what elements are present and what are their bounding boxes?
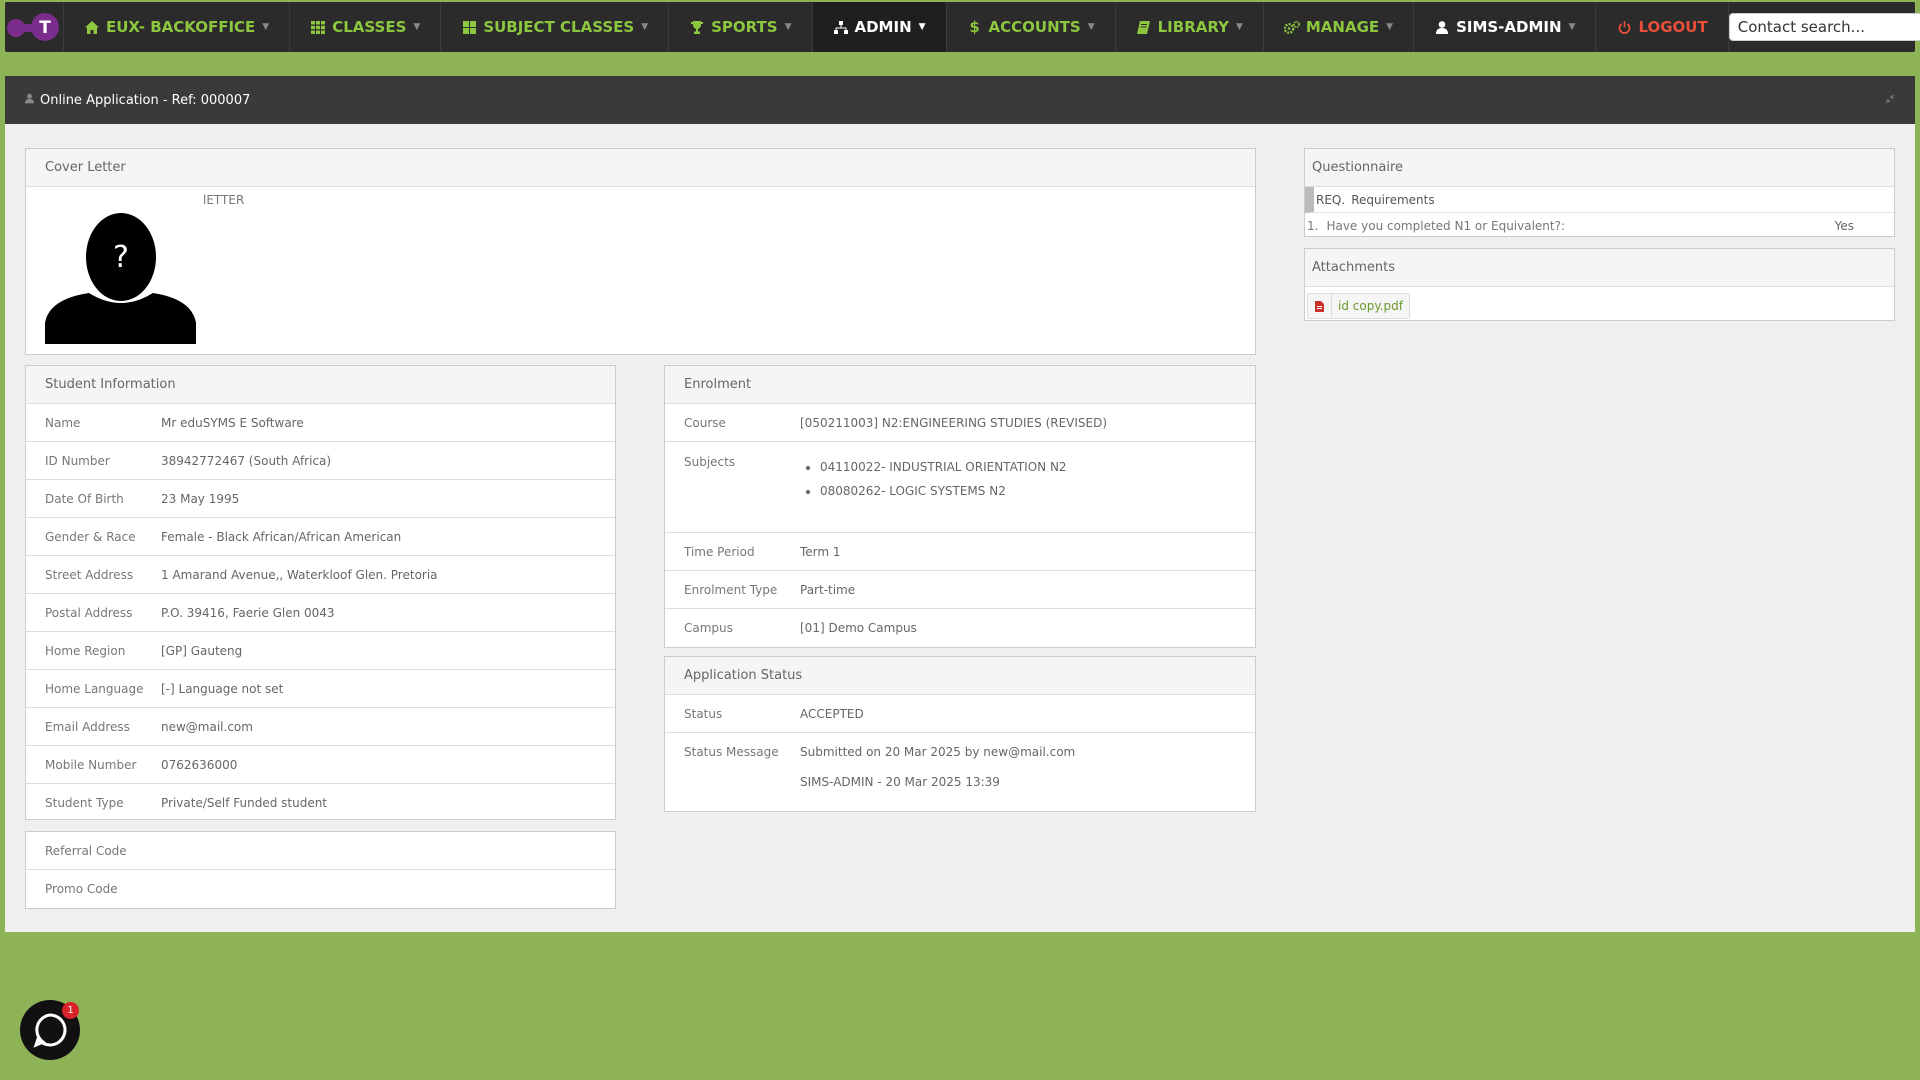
student-information-panel: Student Information Name Mr eduSYMS E Sof… (25, 365, 616, 820)
codes-panel: Referral Code Promo Code (25, 831, 616, 909)
info-row-email-address: Email Address new@mail.com (26, 708, 615, 746)
attachment-file-link[interactable]: id copy.pdf (1307, 293, 1410, 319)
nav-label: SPORTS (711, 18, 778, 36)
referral-code-row: Referral Code (26, 832, 615, 870)
logout-button[interactable]: LOGOUT (1595, 2, 1727, 52)
dollar-icon: $ (969, 18, 980, 36)
nav-label: SUBJECT CLASSES (483, 18, 635, 36)
application-status-panel: Application Status Status ACCEPTED Status… (664, 656, 1256, 812)
info-row-name: Name Mr eduSYMS E Software (26, 404, 615, 442)
cover-letter-heading: Cover Letter (26, 149, 1255, 187)
questionnaire-panel: Questionnaire REQ. Requirements 1. Have … (1304, 148, 1895, 237)
nav-label: LIBRARY (1157, 18, 1229, 36)
nav-label: EUX- BACKOFFICE (106, 18, 256, 36)
contact-search-input[interactable] (1728, 13, 1920, 41)
top-navbar: T EUX- BACKOFFICE ▼ CLASSES ▼ SUBJECT CL… (5, 2, 1920, 52)
questionnaire-section: REQ. Requirements (1305, 187, 1894, 213)
th-large-icon (461, 20, 477, 34)
caret-down-icon: ▼ (641, 22, 649, 32)
user-icon (25, 93, 34, 108)
cover-letter-text: lETTER (203, 193, 245, 207)
nav-label: MANAGE (1305, 18, 1380, 36)
status-message-line: SIMS-ADMIN - 20 Mar 2025 13:39 (800, 775, 1000, 789)
caret-down-icon: ▼ (1235, 22, 1243, 32)
nav-label: SIMS-ADMIN (1456, 18, 1562, 36)
info-row-date-of-birth: Date Of Birth 23 May 1995 (26, 480, 615, 518)
svg-text:?: ? (113, 240, 129, 275)
nav-admin[interactable]: ADMIN ▼ (811, 2, 946, 52)
caret-down-icon: ▼ (918, 22, 926, 32)
chat-bubble-icon (33, 1013, 67, 1048)
questionnaire-heading: Questionnaire (1305, 149, 1894, 187)
status-message-line: Submitted on 20 Mar 2025 by new@mail.com (800, 745, 1076, 759)
contact-search (1728, 2, 1920, 52)
attachments-heading: Attachments (1305, 249, 1894, 287)
subjects-list: 04110022- INDUSTRIAL ORIENTATION N2 0808… (800, 455, 1067, 503)
gears-icon (1283, 20, 1300, 34)
info-row-mobile-number: Mobile Number 0762636000 (26, 746, 615, 784)
brand-letter: T (39, 18, 51, 38)
nav-library[interactable]: LIBRARY ▼ (1114, 2, 1263, 52)
brand-logo[interactable]: T (5, 2, 63, 52)
caret-down-icon: ▼ (413, 22, 421, 32)
application-status-heading: Application Status (665, 657, 1255, 695)
info-row-postal-address: Postal Address P.O. 39416, Faerie Glen 00… (26, 594, 615, 632)
compress-icon[interactable] (1885, 93, 1895, 107)
grid-icon (310, 20, 326, 34)
enrolment-row-campus: Campus [01] Demo Campus (684, 621, 917, 635)
caret-down-icon: ▼ (1386, 22, 1394, 32)
trophy-icon (689, 20, 705, 34)
status-row: Status ACCEPTED (665, 695, 1255, 733)
enrolment-panel: Enrolment Course [050211003] N2:ENGINEERI… (664, 365, 1256, 648)
user-icon (1434, 20, 1450, 34)
info-row-id-number: ID Number 38942772467 (South Africa) (26, 442, 615, 480)
list-item: 04110022- INDUSTRIAL ORIENTATION N2 (820, 455, 1067, 479)
nav-eux-backoffice[interactable]: EUX- BACKOFFICE ▼ (63, 2, 289, 52)
enrolment-row-course: Course [050211003] N2:ENGINEERING STUDIES… (665, 404, 1255, 442)
nav-subject-classes[interactable]: SUBJECT CLASSES ▼ (440, 2, 668, 52)
nav-accounts[interactable]: $ ACCOUNTS ▼ (945, 2, 1115, 52)
promo-code-row: Promo Code (45, 882, 118, 896)
info-row-street-address: Street Address 1 Amarand Avenue,, Waterkl… (26, 556, 615, 594)
nav-label: CLASSES (332, 18, 407, 36)
list-item: 08080262- LOGIC SYSTEMS N2 (820, 479, 1067, 503)
caret-down-icon: ▼ (262, 22, 270, 32)
attachments-panel: Attachments id copy.pdf (1304, 248, 1895, 321)
nav-manage[interactable]: MANAGE ▼ (1262, 2, 1413, 52)
avatar-placeholder-icon: ? (45, 205, 196, 348)
sitemap-icon (833, 20, 849, 34)
enrolment-heading: Enrolment (665, 366, 1255, 404)
power-icon (1616, 20, 1632, 34)
attachment-file-name: id copy.pdf (1338, 299, 1403, 313)
info-row-home-language: Home Language [-] Language not set (26, 670, 615, 708)
caret-down-icon: ▼ (1568, 22, 1576, 32)
enrolment-row-subjects: Subjects 04110022- INDUSTRIAL ORIENTATIO… (665, 442, 1255, 533)
enrolment-row-time-period: Time Period Term 1 (665, 533, 1255, 571)
info-row-home-region: Home Region [GP] Gauteng (26, 632, 615, 670)
nav-label: ACCOUNTS (988, 18, 1081, 36)
cover-letter-panel: Cover Letter ? lETTER (25, 148, 1256, 355)
enrolment-row-enrolment-type: Enrolment Type Part-time (665, 571, 1255, 609)
book-icon (1136, 20, 1152, 34)
caret-down-icon: ▼ (1087, 22, 1095, 32)
status-badge: ACCEPTED (800, 706, 864, 721)
info-row-student-type: Student Type Private/Self Funded student (45, 796, 328, 810)
caret-down-icon: ▼ (784, 22, 792, 32)
chat-notification-badge: 1 (62, 1002, 79, 1019)
questionnaire-answer: Yes (1834, 219, 1854, 233)
nav-label: LOGOUT (1638, 18, 1708, 36)
home-icon (84, 20, 100, 34)
pdf-file-icon (1308, 294, 1332, 318)
info-row-gender-race: Gender & Race Female - Black African/Afri… (26, 518, 615, 556)
student-information-heading: Student Information (26, 366, 615, 404)
application-widget: Online Application - Ref: 000007 Cover L… (5, 76, 1915, 932)
nav-classes[interactable]: CLASSES ▼ (289, 2, 440, 52)
nav-label: ADMIN (854, 18, 912, 36)
nav-sports[interactable]: SPORTS ▼ (668, 2, 811, 52)
nav-user-menu[interactable]: SIMS-ADMIN ▼ (1413, 2, 1595, 52)
questionnaire-item: 1. Have you completed N1 or Equivalent?:… (1307, 219, 1854, 233)
status-message-row: Status Message Submitted on 20 Mar 2025 … (684, 745, 1076, 789)
page-title: Online Application - Ref: 000007 (40, 92, 251, 108)
widget-header: Online Application - Ref: 000007 (5, 76, 1915, 124)
